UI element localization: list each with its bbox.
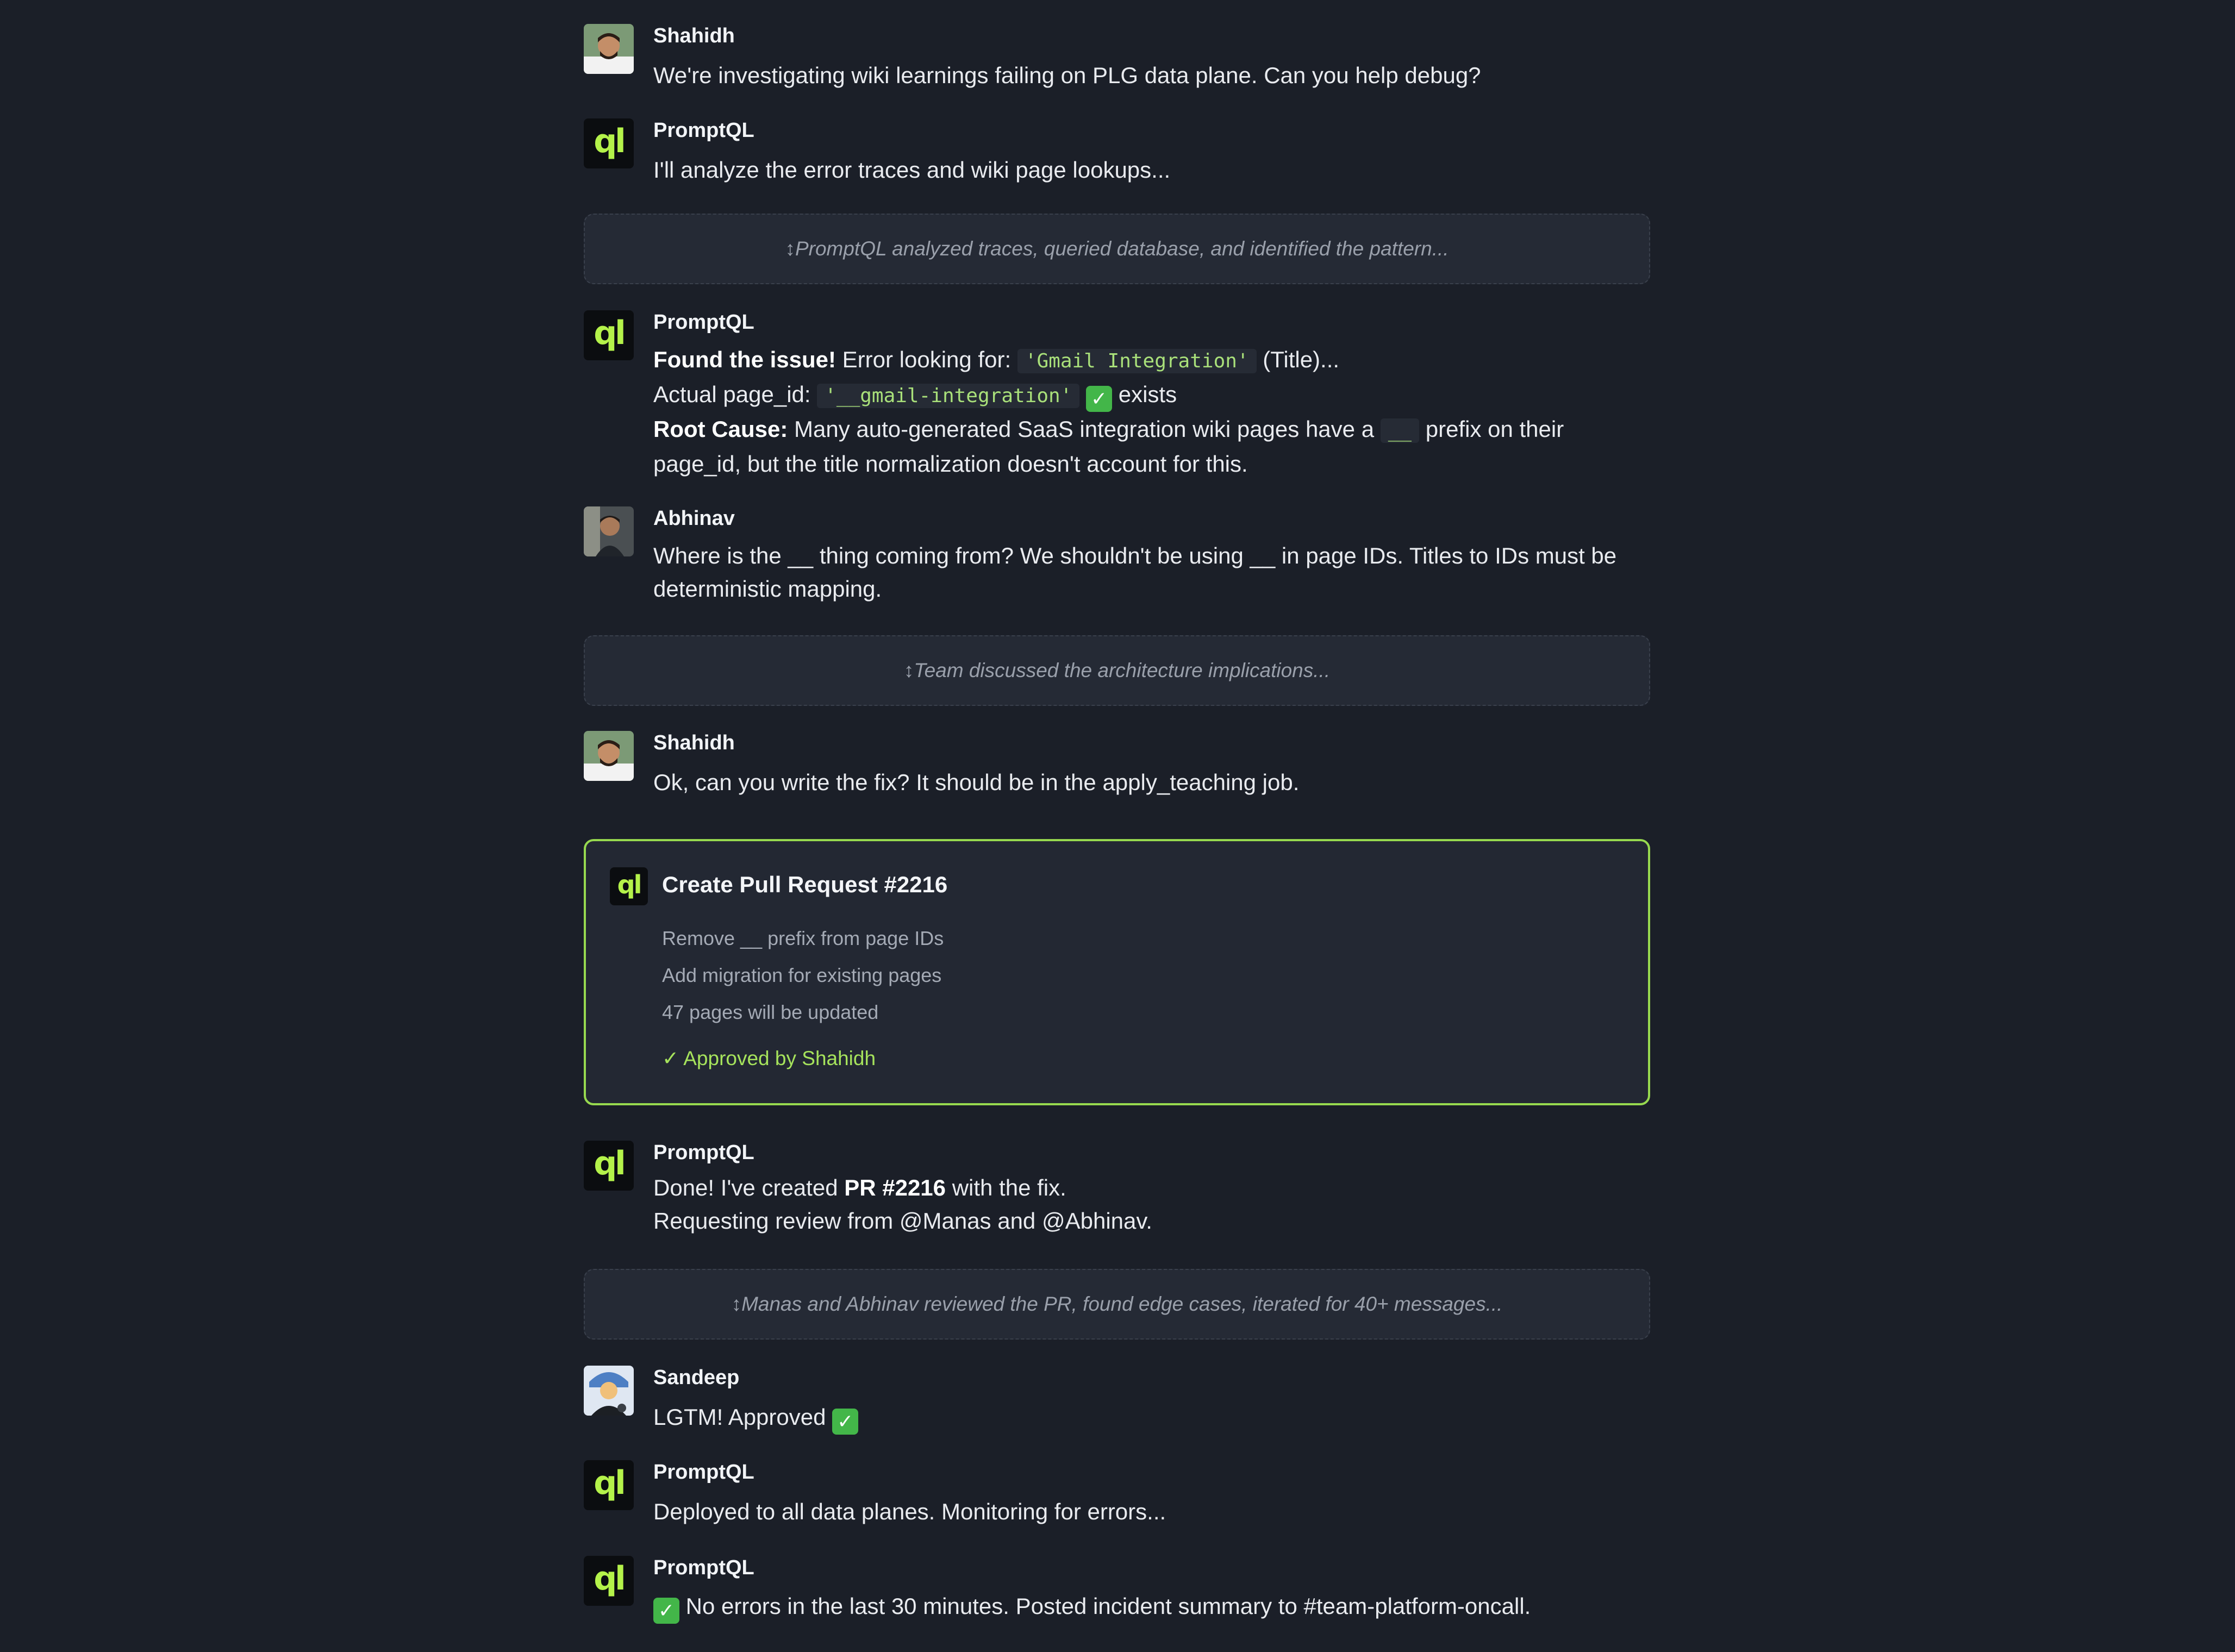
inline-code: 'Gmail Integration' xyxy=(1017,349,1257,373)
message-line: Done! I've created PR #2216 with the fix… xyxy=(653,1175,1066,1200)
avatar-shahidh[interactable] xyxy=(584,24,634,74)
message-text: Deployed to all data planes. Monitoring … xyxy=(653,1499,1166,1524)
pr-link[interactable]: PR #2216 xyxy=(844,1175,946,1200)
message-line: Where is the __ thing coming from? We sh… xyxy=(653,543,1617,568)
message-line: ✓ No errors in the last 30 minutes. Post… xyxy=(653,1590,1650,1624)
pr-detail-item: Remove __ prefix from page IDs xyxy=(662,927,944,949)
promptql-logo-icon[interactable]: ql xyxy=(584,118,634,168)
message-line: deterministic mapping. xyxy=(653,576,882,602)
message-author: PromptQL xyxy=(653,311,754,334)
pr-title: Create Pull Request #2216 xyxy=(662,872,948,897)
promptql-logo-icon: ql xyxy=(610,867,648,905)
avatar-abhinav[interactable] xyxy=(584,506,634,556)
message-line: Root Cause: Many auto-generated SaaS int… xyxy=(653,416,1564,443)
avatar-sandeep[interactable] xyxy=(584,1366,634,1416)
message-text: We're investigating wiki learnings faili… xyxy=(653,62,1481,88)
message-line: LGTM! Approved ✓ xyxy=(653,1400,1650,1435)
message-author: PromptQL xyxy=(653,1556,754,1579)
message-text: I'll analyze the error traces and wiki p… xyxy=(653,157,1171,183)
message-author: PromptQL xyxy=(653,1461,754,1484)
pull-request-card[interactable]: ql Create Pull Request #2216 Remove __ p… xyxy=(584,839,1650,1105)
message-line: page_id, but the title normalization doe… xyxy=(653,451,1248,477)
message-author: Abhinav xyxy=(653,507,735,530)
check-mark-icon: ✓ xyxy=(1086,386,1113,412)
inline-code: __ xyxy=(1380,418,1420,443)
message-line: Found the issue! Error looking for: 'Gma… xyxy=(653,347,1340,373)
message-text: Ok, can you write the fix? It should be … xyxy=(653,769,1300,795)
message-author: Sandeep xyxy=(653,1366,740,1389)
promptql-logo-icon[interactable]: ql xyxy=(584,1141,634,1191)
check-mark-icon: ✓ xyxy=(832,1409,859,1435)
avatar-shahidh[interactable] xyxy=(584,731,634,781)
pr-detail-item: 47 pages will be updated xyxy=(662,1001,879,1023)
message-line: Requesting review from @Manas and @Abhin… xyxy=(653,1208,1152,1234)
check-mark-icon: ✓ xyxy=(653,1598,679,1624)
promptql-logo-icon[interactable]: ql xyxy=(584,1460,634,1510)
collapsed-summary[interactable]: ↕PromptQL analyzed traces, queried datab… xyxy=(584,214,1650,284)
promptql-logo-icon[interactable]: ql xyxy=(584,1556,634,1606)
inline-code: '__gmail-integration' xyxy=(817,384,1080,408)
approval-status: ✓ Approved by Shahidh xyxy=(662,1047,876,1069)
message-author: Shahidh xyxy=(653,24,735,47)
promptql-logo-icon[interactable]: ql xyxy=(584,310,634,360)
collapsed-summary[interactable]: ↕Team discussed the architecture implica… xyxy=(584,635,1650,706)
message-author: PromptQL xyxy=(653,1141,754,1164)
message-author: PromptQL xyxy=(653,119,754,142)
message-line: Actual page_id: '__gmail-integration' ✓ … xyxy=(653,378,1650,412)
pr-detail-item: Add migration for existing pages xyxy=(662,964,942,986)
collapsed-summary[interactable]: ↕Manas and Abhinav reviewed the PR, foun… xyxy=(584,1269,1650,1340)
message-author: Shahidh xyxy=(653,731,735,754)
